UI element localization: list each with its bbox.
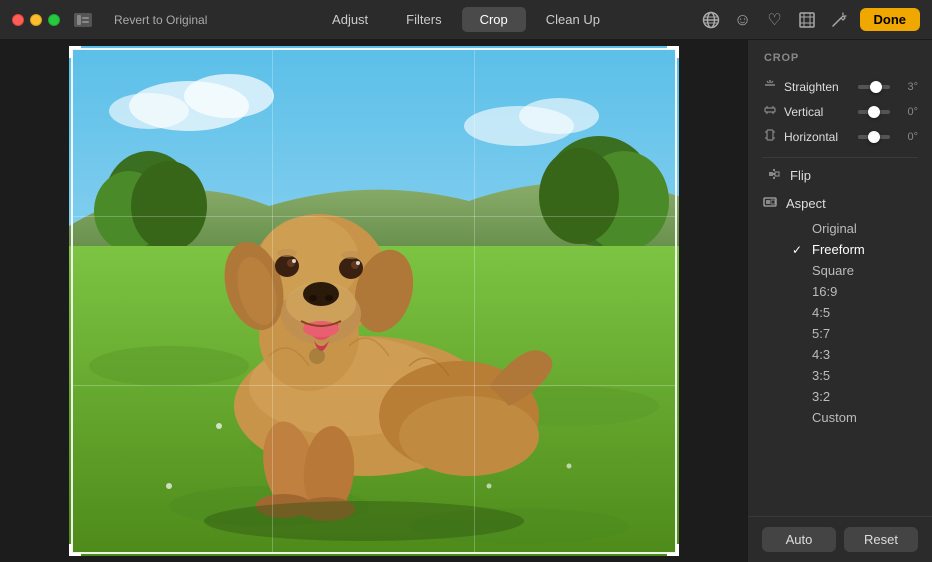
- aspect-item-freeform[interactable]: ✓ Freeform: [792, 239, 926, 260]
- sliders-section: Straighten 3°: [748, 70, 932, 153]
- aspect-item-3-2[interactable]: 3:2: [792, 386, 926, 407]
- tab-cleanup[interactable]: Clean Up: [528, 7, 618, 32]
- vertical-label: Vertical: [784, 105, 852, 119]
- aspect-header-row[interactable]: Aspect: [748, 191, 932, 216]
- aspect-item-16-9[interactable]: 16:9: [792, 281, 926, 302]
- straighten-thumb[interactable]: [870, 81, 882, 93]
- horizontal-track[interactable]: [858, 135, 890, 139]
- straighten-slider-row: Straighten 3°: [748, 74, 932, 99]
- flip-icon: [766, 167, 782, 184]
- titlebar: Revert to Original Adjust Filters Crop C…: [0, 0, 932, 40]
- photo-area: [0, 40, 747, 562]
- magic-wand-icon[interactable]: [828, 9, 850, 31]
- vertical-icon: [762, 103, 778, 120]
- main-content: CROP Straighten: [0, 40, 932, 562]
- right-panel: CROP Straighten: [747, 40, 932, 562]
- horizontal-label: Horizontal: [784, 130, 852, 144]
- aspect-check-freeform: ✓: [792, 243, 806, 257]
- minimize-button[interactable]: [30, 14, 42, 26]
- tab-adjust[interactable]: Adjust: [314, 7, 386, 32]
- panel-body: Straighten 3°: [748, 70, 932, 516]
- straighten-value: 3°: [896, 81, 918, 93]
- panel-section-label: CROP: [748, 40, 932, 70]
- traffic-lights: [12, 14, 60, 26]
- vertical-slider-row: Vertical 0°: [748, 99, 932, 124]
- auto-button[interactable]: Auto: [762, 527, 836, 552]
- photo-wrapper: [69, 46, 679, 556]
- panel-footer: Auto Reset: [748, 516, 932, 562]
- aspect-item-3-5[interactable]: 3:5: [792, 365, 926, 386]
- done-button[interactable]: Done: [860, 8, 921, 31]
- close-button[interactable]: [12, 14, 24, 26]
- window-controls: [74, 13, 92, 27]
- globe-icon[interactable]: [700, 9, 722, 31]
- horizontal-value: 0°: [896, 131, 918, 143]
- divider-1: [762, 157, 918, 158]
- sidebar-toggle-button[interactable]: [74, 13, 92, 27]
- aspect-icon: [762, 195, 778, 212]
- reset-button[interactable]: Reset: [844, 527, 918, 552]
- horizontal-thumb[interactable]: [868, 131, 880, 143]
- horizontal-icon: [762, 128, 778, 145]
- aspect-section: Aspect Original ✓ Freeform: [748, 189, 932, 432]
- vertical-track[interactable]: [858, 110, 890, 114]
- aspect-item-4-5[interactable]: 4:5: [792, 302, 926, 323]
- vertical-value: 0°: [896, 106, 918, 118]
- aspect-item-custom[interactable]: Custom: [792, 407, 926, 428]
- straighten-track[interactable]: [858, 85, 890, 89]
- aspect-item-5-7[interactable]: 5:7: [792, 323, 926, 344]
- vertical-thumb[interactable]: [868, 106, 880, 118]
- straighten-label: Straighten: [784, 80, 852, 94]
- heart-icon[interactable]: ♡: [764, 9, 786, 31]
- emoji-icon[interactable]: ☺: [732, 9, 754, 31]
- aspect-label: Aspect: [786, 196, 826, 211]
- aspect-item-4-3[interactable]: 4:3: [792, 344, 926, 365]
- horizontal-slider-row: Horizontal 0°: [748, 124, 932, 149]
- aspect-list: Original ✓ Freeform Square: [748, 216, 932, 430]
- flip-label: Flip: [790, 168, 811, 183]
- toolbar-right: ☺ ♡ Done: [700, 8, 921, 31]
- revert-to-original-button[interactable]: Revert to Original: [108, 10, 213, 30]
- flip-action-row[interactable]: Flip: [752, 162, 928, 189]
- tab-filters[interactable]: Filters: [388, 7, 459, 32]
- aspect-item-original[interactable]: Original: [792, 218, 926, 239]
- crop-icon[interactable]: [796, 9, 818, 31]
- maximize-button[interactable]: [48, 14, 60, 26]
- aspect-item-square[interactable]: Square: [792, 260, 926, 281]
- tab-crop[interactable]: Crop: [462, 7, 526, 32]
- straighten-icon: [762, 78, 778, 95]
